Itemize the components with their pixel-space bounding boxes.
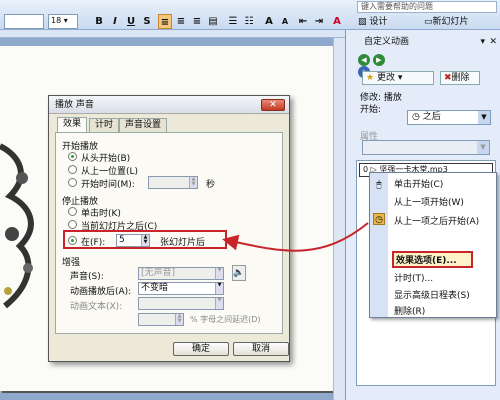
play-sound-dialog: 播放 声音 ✕ 效果 计时 声音设置 开始播放 从头开始(B) 从上一位置(L)… bbox=[48, 95, 290, 362]
menu-item-start-after-previous[interactable]: 从上一项之后开始(A) bbox=[394, 214, 479, 230]
chevron-down-icon: ▼ bbox=[478, 111, 490, 124]
formatting-toolbar: 18 ▾ B I U S ≡ ≡ ≡ ▤ ☰ ☷ A A ⇤ ⇥ A 键入需要帮… bbox=[0, 0, 500, 30]
font-name-combo[interactable] bbox=[4, 14, 44, 29]
new-slide-icon: ▭ bbox=[424, 17, 433, 27]
start-value: 之后 bbox=[422, 112, 441, 122]
dialog-title: 播放 声音 bbox=[55, 100, 94, 110]
chevron-down-icon: ▼ bbox=[215, 283, 223, 294]
slide-vertical-scrollbar[interactable] bbox=[333, 38, 345, 400]
nav-buttons: ◀ ▶ ⌂ bbox=[358, 54, 388, 78]
design-label: 设计 bbox=[369, 17, 388, 27]
clock-icon: ◷ bbox=[373, 213, 385, 225]
start-label: 开始: bbox=[360, 105, 382, 115]
ruler bbox=[0, 30, 345, 38]
back-icon[interactable]: ◀ bbox=[358, 54, 370, 66]
animate-text-select: ▼ bbox=[138, 297, 224, 310]
bullet-list-icon[interactable]: ☷ bbox=[242, 14, 256, 29]
mouse-icon: 🖱 bbox=[376, 180, 382, 190]
spinner-icon[interactable]: ▲ ▼ bbox=[189, 177, 197, 188]
menu-item-remove[interactable]: 删除(R) bbox=[394, 304, 425, 320]
chevron-down-icon: ▼ bbox=[477, 141, 489, 154]
forward-icon[interactable]: ▶ bbox=[372, 54, 385, 66]
seconds-unit: 秒 bbox=[206, 180, 216, 190]
shadow-button[interactable]: S bbox=[140, 14, 154, 29]
change-label: 更改 bbox=[376, 73, 395, 83]
align-right-icon[interactable]: ≡ bbox=[190, 14, 204, 29]
from-last-position-radio[interactable] bbox=[68, 165, 77, 174]
start-time-label: 开始时间(M): bbox=[81, 180, 135, 190]
menu-icon-strip bbox=[370, 173, 388, 317]
delay-between-letters-label: % 字母之间延迟(D) bbox=[190, 315, 261, 324]
font-size-combo[interactable]: 18 ▾ bbox=[48, 14, 78, 29]
delete-button[interactable]: ✖删除 bbox=[440, 71, 480, 85]
after-animation-select[interactable]: 不变暗 ▼ bbox=[138, 282, 224, 295]
menu-item-start-on-click[interactable]: 单击开始(C) bbox=[394, 177, 443, 193]
tab-timing[interactable]: 计时 bbox=[89, 118, 120, 132]
from-last-position-label: 从上一位置(L) bbox=[81, 167, 139, 177]
decrease-font-icon[interactable]: A bbox=[278, 14, 292, 29]
design-icon: ▧ bbox=[358, 17, 367, 27]
bold-button[interactable]: B bbox=[92, 14, 106, 29]
outdent-icon[interactable]: ⇤ bbox=[296, 14, 310, 29]
close-icon[interactable]: ✕ bbox=[261, 99, 285, 111]
help-search-input[interactable]: 键入需要帮助的问题 bbox=[357, 1, 497, 13]
start-time-input[interactable]: ▲ ▼ bbox=[148, 176, 198, 189]
font-size-value: 18 bbox=[51, 16, 62, 25]
after-animation-label: 动画播放后(A): bbox=[70, 287, 132, 297]
taskpane-title-text: 自定义动画 bbox=[364, 37, 410, 47]
align-center-icon[interactable]: ≡ bbox=[174, 14, 188, 29]
chevron-down-icon: ▼ bbox=[215, 298, 223, 309]
on-click-radio[interactable] bbox=[68, 207, 77, 216]
numbered-list-icon[interactable]: ☰ bbox=[226, 14, 240, 29]
menu-item-start-with-previous[interactable]: 从上一项开始(W) bbox=[394, 195, 464, 211]
chevron-down-icon: ▼ bbox=[215, 268, 223, 279]
dropdown-icon[interactable]: ▾ bbox=[480, 34, 485, 50]
increase-font-icon[interactable]: A bbox=[262, 14, 276, 29]
tab-effect[interactable]: 效果 bbox=[57, 117, 88, 132]
after-current-slide-radio[interactable] bbox=[68, 220, 77, 229]
speaker-icon[interactable]: 🔈 bbox=[232, 265, 246, 281]
context-menu: 🖱 ◷ 单击开始(C) 从上一项开始(W) 从上一项之后开始(A) 效果选项(E… bbox=[369, 172, 497, 318]
sound-select[interactable]: [无声音] ▼ bbox=[138, 267, 224, 280]
close-icon[interactable]: ✕ bbox=[489, 34, 497, 50]
clock-icon: ◷ bbox=[412, 112, 420, 122]
italic-button[interactable]: I bbox=[108, 14, 122, 29]
align-left-icon[interactable]: ≡ bbox=[158, 14, 172, 29]
menu-item-timing[interactable]: 计时(T)... bbox=[394, 271, 433, 287]
after-animation-value: 不变暗 bbox=[141, 283, 169, 293]
new-slide-label: 新幻灯片 bbox=[432, 17, 469, 27]
animate-text-label: 动画文本(X): bbox=[70, 302, 123, 312]
custom-animation-pane: 自定义动画 ▾ ✕ ◀ ▶ ⌂ ★ 更改 ▾ ✖删除 修改: 播放 开始: ◷ … bbox=[345, 30, 500, 400]
sound-value: [无声音] bbox=[141, 268, 176, 278]
font-color-icon[interactable]: A bbox=[330, 14, 344, 29]
highlight-box bbox=[63, 230, 227, 249]
delete-icon: ✖ bbox=[444, 73, 452, 83]
distribute-icon[interactable]: ▤ bbox=[206, 14, 220, 29]
menu-item-effect-options[interactable]: 效果选项(E)... bbox=[392, 251, 473, 268]
dialog-titlebar: 播放 声音 ✕ bbox=[49, 96, 289, 114]
tab-sound-settings[interactable]: 声音设置 bbox=[119, 118, 168, 132]
cancel-button[interactable]: 取消 bbox=[233, 342, 289, 356]
design-button[interactable]: ▧ 设计 bbox=[358, 15, 387, 29]
ok-button[interactable]: 确定 bbox=[173, 342, 229, 356]
indent-icon[interactable]: ⇥ bbox=[312, 14, 326, 29]
taskpane-title: 自定义动画 ▾ ✕ bbox=[346, 34, 500, 50]
start-combo[interactable]: ◷ 之后 ▼ bbox=[407, 110, 491, 125]
start-time-radio[interactable] bbox=[68, 178, 77, 187]
delay-input: ▲ ▼ bbox=[138, 313, 184, 326]
from-beginning-label: 从头开始(B) bbox=[81, 154, 131, 164]
underline-button[interactable]: U bbox=[124, 14, 138, 29]
from-beginning-radio[interactable] bbox=[68, 152, 77, 161]
menu-item-advanced-timeline[interactable]: 显示高级日程表(S) bbox=[394, 288, 470, 304]
sound-label: 声音(S): bbox=[70, 272, 104, 282]
property-combo: ▼ bbox=[362, 140, 490, 155]
new-slide-button[interactable]: ▭新幻灯片 bbox=[424, 15, 469, 29]
on-click-label: 单击时(K) bbox=[81, 209, 121, 219]
star-icon: ★ bbox=[366, 73, 375, 83]
delete-label: 删除 bbox=[451, 73, 470, 83]
spinner-icon: ▲ ▼ bbox=[175, 314, 183, 325]
change-button[interactable]: ★ 更改 ▾ bbox=[362, 71, 434, 85]
enhancements-group-label: 增强 bbox=[62, 258, 81, 268]
